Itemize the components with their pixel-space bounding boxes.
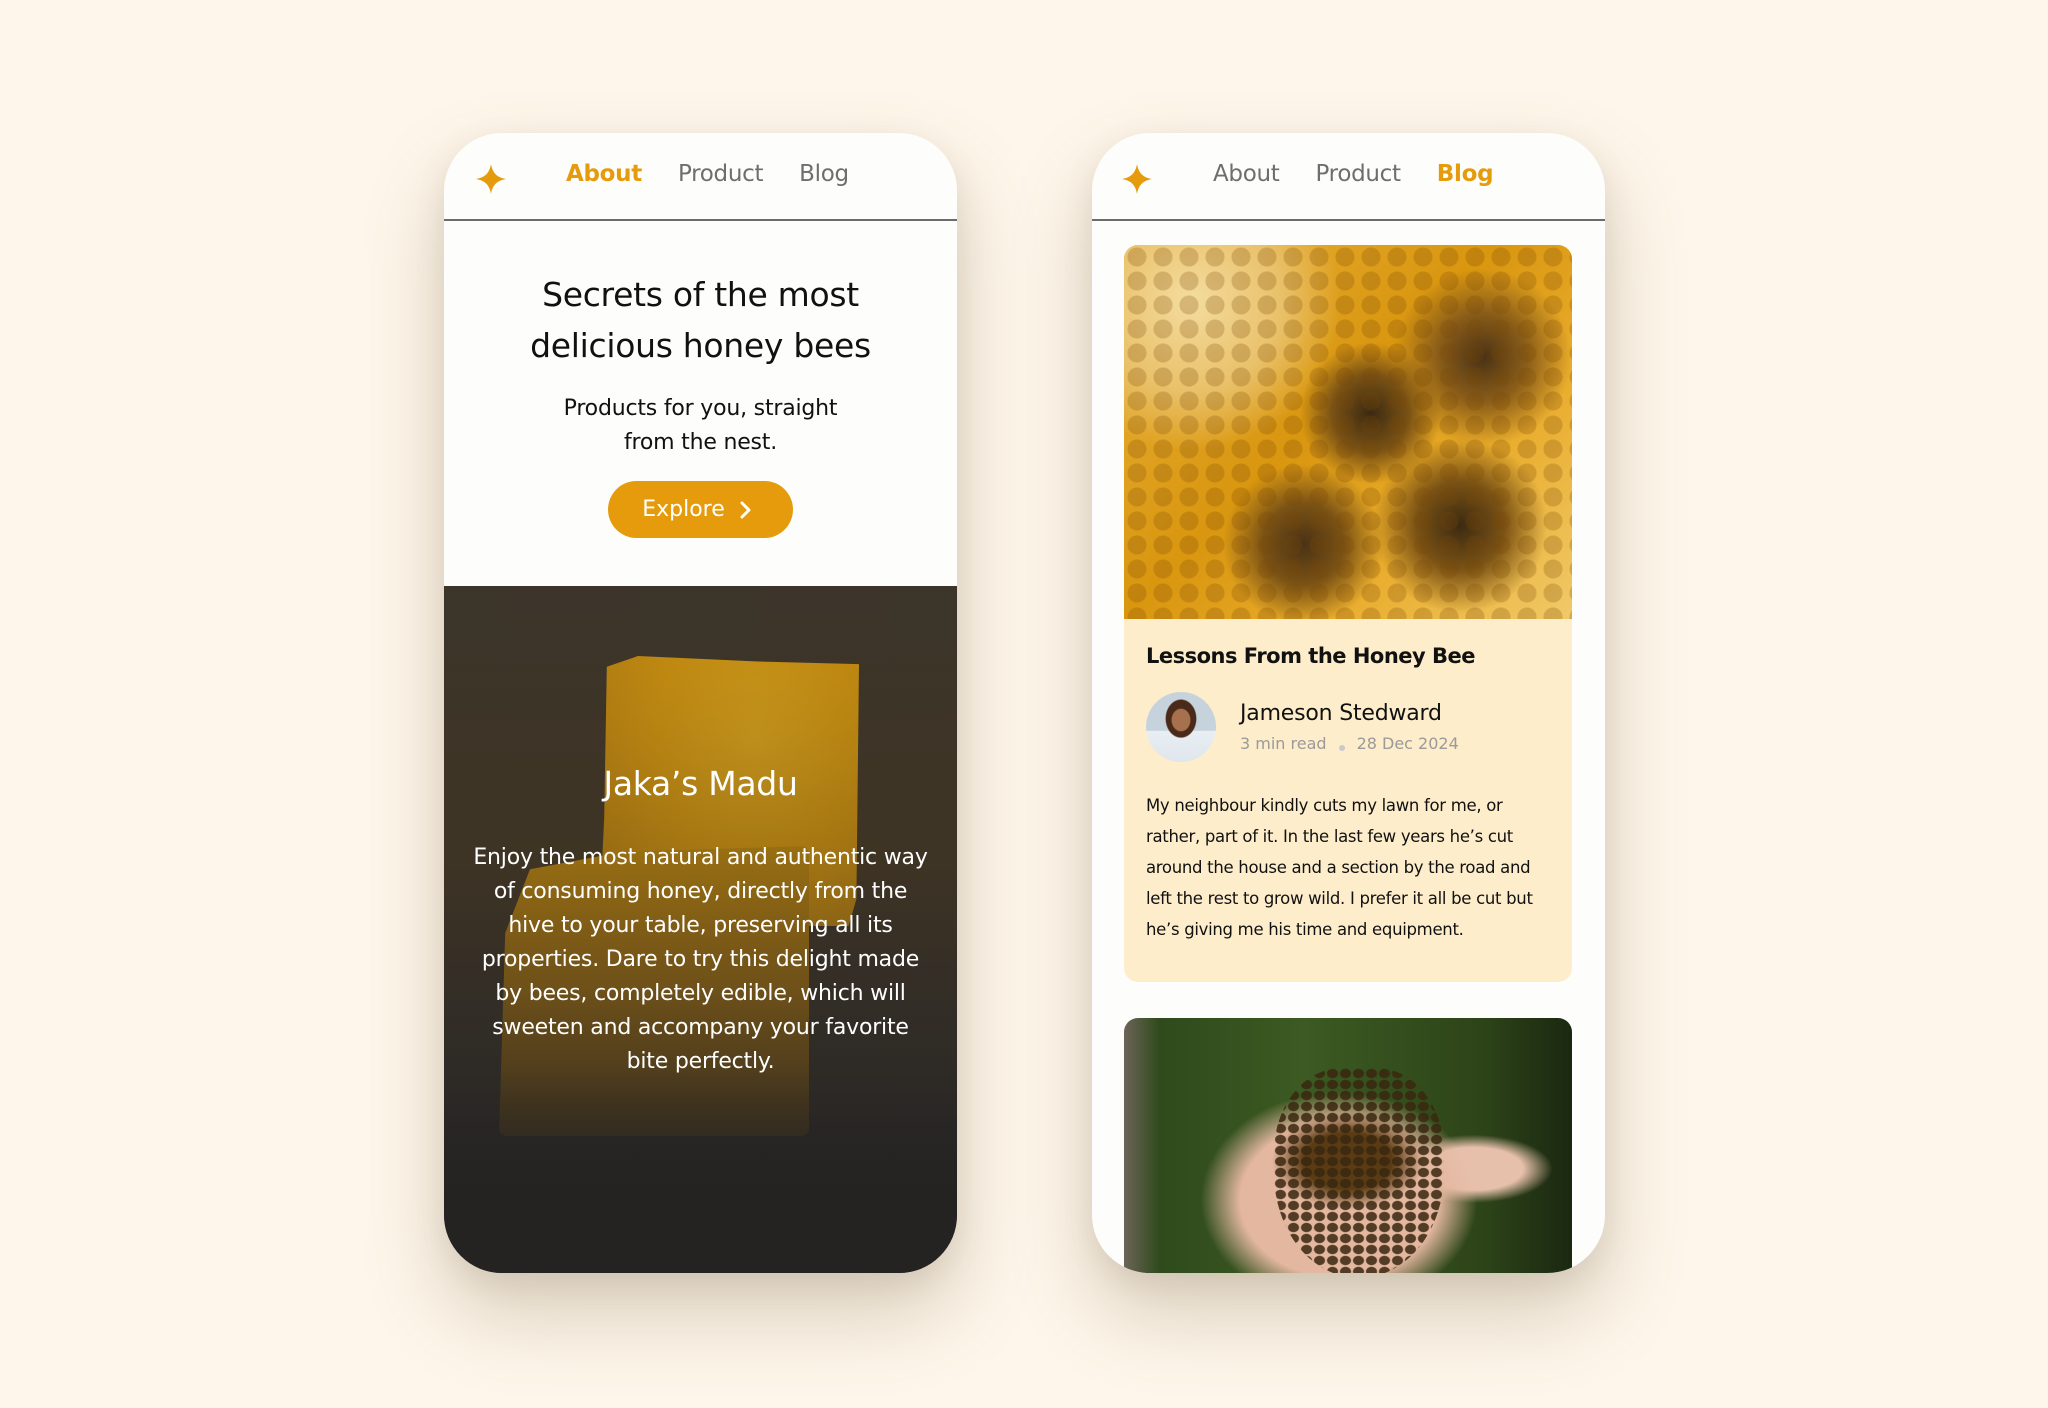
hero-title-line2: delicious honey bees (530, 326, 871, 365)
about-phone-screen: About Product Blog Secrets of the most d… (444, 133, 957, 1273)
hero-subtitle: Products for you, straight from the nest… (444, 392, 957, 460)
author-info: Jameson Stedward 3 min read 28 Dec 2024 (1146, 692, 1550, 762)
post-meta: 3 min read 28 Dec 2024 (1240, 734, 1459, 753)
blog-post-card[interactable] (1124, 1018, 1572, 1273)
top-nav: About Product Blog (444, 133, 957, 221)
hero-subtitle-line2: from the nest. (623, 430, 778, 455)
bees-on-honeycomb-photo (1124, 245, 1572, 619)
four-point-star-icon[interactable] (476, 164, 506, 194)
four-point-star-icon[interactable] (1122, 164, 1152, 194)
product-title: Jaka’s Madu (603, 764, 798, 803)
post-date: 28 Dec 2024 (1356, 734, 1459, 753)
explore-button[interactable]: Explore (608, 481, 793, 538)
author-name: Jameson Stedward (1240, 701, 1442, 726)
hero-title-line1: Secrets of the most (542, 275, 859, 314)
nav-about[interactable]: About (566, 161, 642, 187)
hero-section: Secrets of the most delicious honey bees… (444, 221, 957, 585)
nav-product[interactable]: Product (678, 161, 764, 187)
post-excerpt: My neighbour kindly cuts my lawn for me,… (1146, 796, 1533, 939)
blog-post-card[interactable]: Lessons From the Honey Bee Jameson Stedw… (1124, 245, 1572, 982)
post-title[interactable]: Lessons From the Honey Bee (1146, 644, 1550, 668)
author-avatar (1146, 692, 1216, 762)
nav-blog[interactable]: Blog (799, 161, 849, 187)
explore-label: Explore (642, 497, 725, 522)
chevron-right-icon (740, 501, 751, 518)
top-nav: About Product Blog (1092, 133, 1605, 221)
product-feature: Jaka’s Madu Enjoy the most natural and a… (444, 586, 957, 1273)
separator-dot (1338, 744, 1345, 751)
hero-title: Secrets of the most delicious honey bees (444, 269, 957, 371)
read-time: 3 min read (1240, 734, 1327, 753)
product-description: Enjoy the most natural and authentic way… (473, 845, 928, 1074)
blog-phone-screen: About Product Blog Lessons From the Hone… (1092, 133, 1605, 1273)
nav-about[interactable]: About (1213, 161, 1280, 187)
nav-product[interactable]: Product (1316, 161, 1402, 187)
hand-holding-bees-photo (1124, 1018, 1572, 1273)
hero-subtitle-line1: Products for you, straight (563, 396, 838, 421)
nav-blog[interactable]: Blog (1437, 161, 1494, 187)
